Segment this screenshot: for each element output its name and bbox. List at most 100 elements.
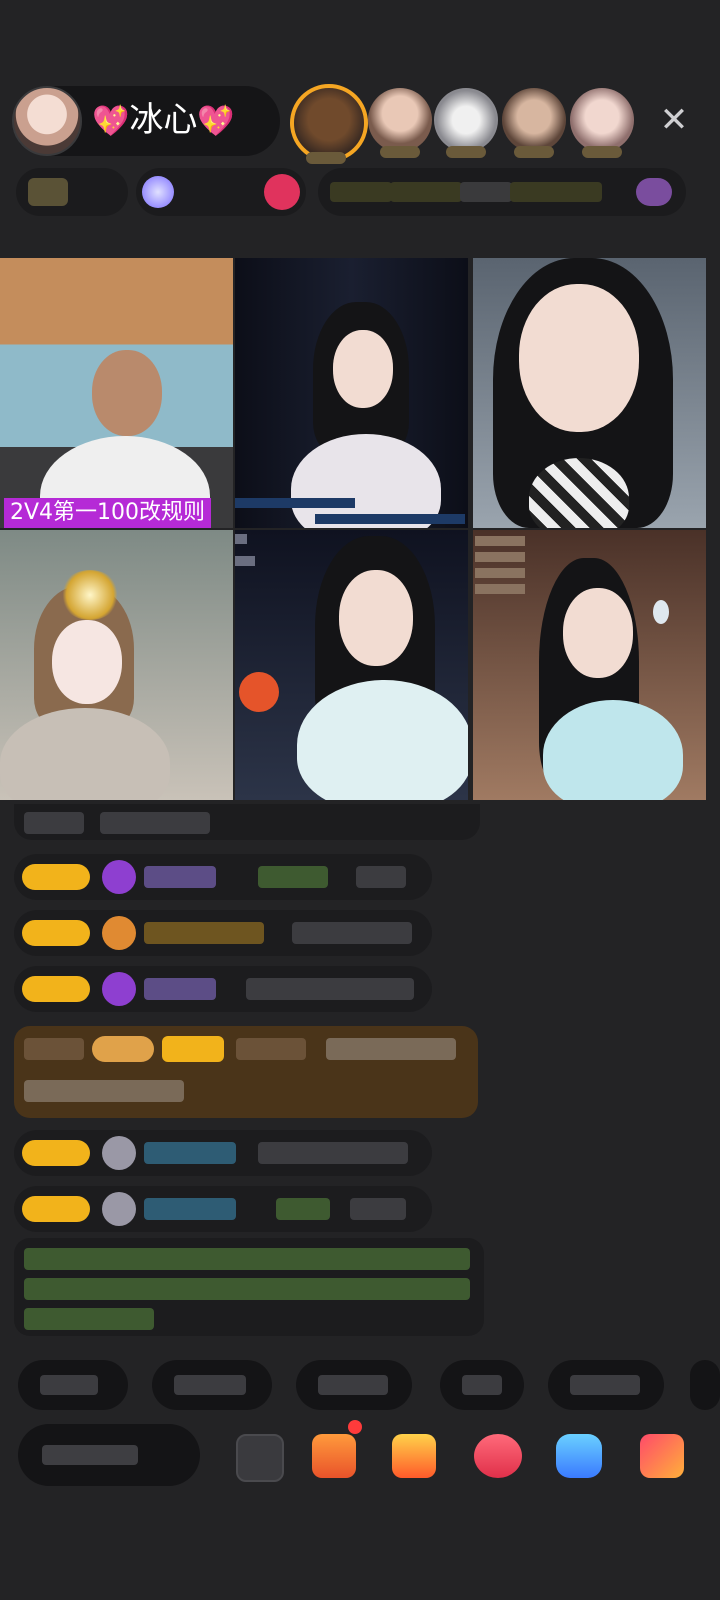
chat-text-1	[356, 866, 406, 888]
system-text-line-1	[24, 1248, 470, 1270]
streamer-body-3	[529, 458, 629, 528]
cell-6-overlay-text	[475, 536, 525, 598]
quick-reply-6[interactable]	[690, 1360, 720, 1410]
level-badge-4	[22, 1140, 90, 1166]
rank-chip[interactable]	[16, 168, 128, 216]
quick-reply-4[interactable]	[440, 1360, 524, 1410]
gift-badge	[92, 1036, 154, 1062]
video-cell-3[interactable]	[473, 258, 706, 528]
tags-more-icon[interactable]	[636, 178, 672, 206]
viewer-avatar-5[interactable]	[570, 88, 634, 158]
system-text-line-3	[24, 1308, 154, 1330]
heart-icon-right: 💖	[197, 104, 235, 139]
quick-reply-1[interactable]	[18, 1360, 128, 1410]
level-badge-2	[22, 920, 90, 946]
avatar-icon-4	[102, 1136, 136, 1170]
follow-dot-icon[interactable]	[264, 174, 300, 210]
streamer-face-2	[333, 330, 393, 408]
tag-4	[510, 182, 602, 202]
gem-icon-1	[102, 860, 136, 894]
crown-effect-icon	[60, 570, 120, 620]
gift-icon[interactable]	[392, 1434, 436, 1478]
chat-message-2[interactable]	[14, 910, 432, 956]
video-cell-2[interactable]	[235, 258, 468, 528]
chat-text-0a	[24, 812, 84, 834]
gift-text-a	[24, 1038, 84, 1060]
tag-3	[460, 182, 512, 202]
viewer-avatar-1[interactable]	[290, 84, 368, 164]
chat-message-gift[interactable]	[14, 1026, 478, 1118]
gift-text-c	[24, 1080, 184, 1102]
streamer-face-5	[339, 570, 413, 666]
chat-message-system	[14, 1238, 484, 1336]
streamer-body-6	[543, 700, 683, 800]
popularity-chip[interactable]	[136, 168, 306, 216]
level-badge-3	[22, 976, 90, 1002]
host-name-text: 冰心	[129, 100, 198, 140]
cell-1-caption: 2V4第一100改规则	[4, 498, 212, 528]
viewer-frame-4	[514, 146, 554, 158]
username-2[interactable]	[144, 922, 264, 944]
notification-dot	[348, 1420, 362, 1434]
tag-1	[330, 182, 392, 202]
chat-text-2	[292, 922, 412, 944]
system-text-line-2	[24, 1278, 470, 1300]
chat-message-3[interactable]	[14, 966, 432, 1012]
tags-chip[interactable]	[318, 168, 686, 216]
quick-reply-5-text	[570, 1375, 640, 1395]
host-avatar[interactable]	[12, 86, 82, 156]
chat-message-1[interactable]	[14, 854, 432, 900]
avatar-icon-2	[102, 916, 136, 950]
video-cell-5[interactable]	[235, 530, 468, 800]
chat-message-5[interactable]	[14, 1186, 432, 1232]
username-1[interactable]	[144, 866, 216, 888]
viewer-frame-3	[446, 146, 486, 158]
panel-icon[interactable]	[236, 1434, 284, 1482]
video-cell-1[interactable]: 2V4第一100改规则	[0, 258, 233, 528]
host-name[interactable]: 💖冰心💖	[92, 98, 235, 144]
chat-message-0[interactable]	[14, 804, 480, 840]
avatar-icon-5	[102, 1192, 136, 1226]
overlay-text-5a	[235, 534, 247, 544]
rank-icon	[28, 178, 68, 206]
video-grid: 2V4第一100改规则	[0, 258, 706, 802]
level-badge-1	[22, 864, 90, 890]
chat-message-4[interactable]	[14, 1130, 432, 1176]
streamer-face-6	[563, 588, 633, 678]
share-icon[interactable]	[556, 1434, 602, 1478]
gift-username[interactable]	[236, 1038, 306, 1060]
viewer-avatar-2[interactable]	[368, 88, 432, 158]
video-cell-4[interactable]	[0, 530, 233, 800]
quick-reply-1-text	[40, 1375, 98, 1395]
quick-reply-3[interactable]	[296, 1360, 412, 1410]
heart-icon-left: 💖	[92, 104, 130, 139]
username-5[interactable]	[144, 1198, 236, 1220]
hair-flower-icon	[653, 600, 669, 624]
viewer-avatar-4[interactable]	[502, 88, 566, 158]
streamer-body-5	[297, 680, 468, 800]
overlay-text-2a	[235, 498, 355, 508]
tag-2	[390, 182, 462, 202]
streamer-face-1	[92, 350, 162, 436]
chat-input-placeholder	[42, 1445, 138, 1465]
username-4[interactable]	[144, 1142, 236, 1164]
chat-input[interactable]	[18, 1424, 200, 1486]
level-badge-5	[22, 1196, 90, 1222]
streamer-body-4	[0, 708, 170, 800]
username-3[interactable]	[144, 978, 216, 1000]
viewer-frame-2	[380, 146, 420, 158]
more-icon[interactable]	[640, 1434, 684, 1478]
viewer-avatar-3[interactable]	[434, 88, 498, 158]
game-icon[interactable]	[312, 1434, 356, 1478]
quick-reply-2[interactable]	[152, 1360, 272, 1410]
reply-target-5	[276, 1198, 330, 1220]
overlay-text-2b	[315, 514, 465, 524]
video-cell-6[interactable]	[473, 530, 706, 800]
chat-icon[interactable]	[474, 1434, 522, 1478]
quick-reply-3-text	[318, 1375, 388, 1395]
streamer-face-4	[52, 620, 122, 704]
quick-reply-5[interactable]	[548, 1360, 664, 1410]
viewer-frame-1	[306, 152, 346, 164]
close-icon[interactable]: ✕	[654, 100, 694, 140]
viewer-frame-5	[582, 146, 622, 158]
